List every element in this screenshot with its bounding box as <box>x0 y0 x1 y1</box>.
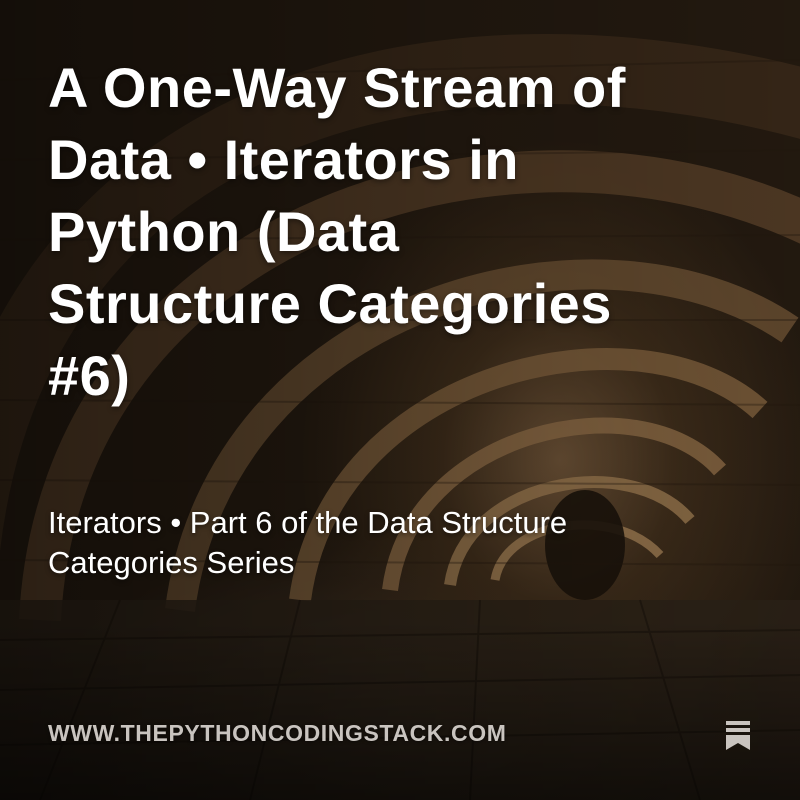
post-title: A One-Way Stream of Data • Iterators in … <box>48 56 626 407</box>
footer-gradient-overlay <box>0 620 800 800</box>
substack-bookmark-icon <box>726 721 750 750</box>
site-url: WWW.THEPYTHONCODINGSTACK.COM <box>48 720 507 746</box>
post-cover-card: A One-Way Stream of Data • Iterators in … <box>0 0 800 800</box>
post-subtitle: Iterators • Part 6 of the Data Structure… <box>48 505 568 580</box>
